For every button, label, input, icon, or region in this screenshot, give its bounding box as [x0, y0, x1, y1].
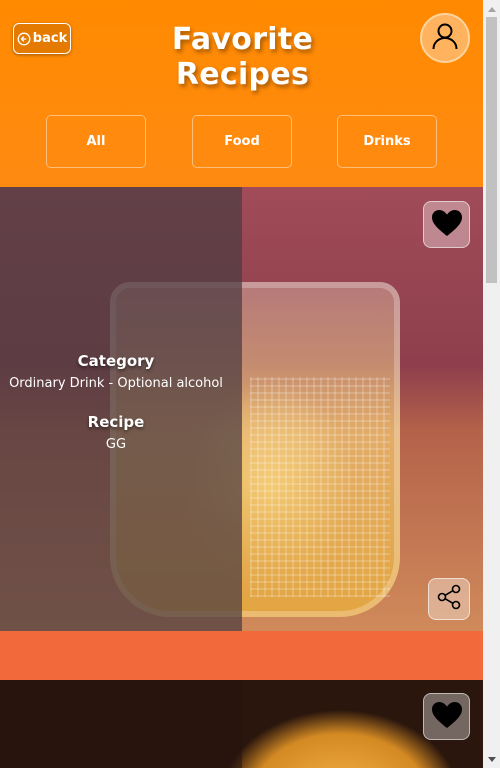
app-header: back Favorite Recipes All Food Drinks: [0, 0, 483, 187]
category-heading: Category: [77, 352, 155, 370]
recipe-info-overlay: [0, 680, 242, 768]
recipe-info-overlay: Category Ordinary Drink - Optional alcoh…: [0, 187, 242, 631]
filter-food-button[interactable]: Food: [192, 115, 292, 168]
filter-bar: All Food Drinks: [0, 115, 483, 168]
back-button[interactable]: back: [13, 23, 71, 54]
page-title: Favorite Recipes: [171, 22, 314, 92]
user-icon: [430, 21, 460, 55]
recipe-card[interactable]: [0, 680, 483, 768]
scrollbar-thumb[interactable]: [486, 17, 497, 283]
heart-icon: [431, 701, 463, 733]
share-icon: [435, 583, 463, 615]
recipe-info: Category Ordinary Drink - Optional alcoh…: [0, 352, 232, 452]
recipe-heading: Recipe: [87, 413, 145, 431]
scroll-up-arrow[interactable]: [483, 0, 500, 17]
favorite-button[interactable]: [423, 693, 470, 740]
category-value: Ordinary Drink - Optional alcohol: [9, 376, 223, 391]
back-label: back: [32, 31, 68, 46]
recipe-card[interactable]: Category Ordinary Drink - Optional alcoh…: [0, 187, 483, 631]
heart-icon: [431, 209, 463, 241]
filter-drinks-button[interactable]: Drinks: [337, 115, 437, 168]
vertical-scrollbar[interactable]: [483, 0, 500, 768]
favorite-button[interactable]: [423, 201, 470, 248]
arrow-left-circle-icon: [17, 32, 31, 46]
scroll-down-arrow[interactable]: [483, 751, 500, 768]
filter-all-button[interactable]: All: [46, 115, 146, 168]
recipe-value: GG: [105, 437, 127, 452]
profile-button[interactable]: [420, 13, 470, 63]
glass-texture: [250, 377, 390, 597]
share-button[interactable]: [428, 578, 470, 620]
